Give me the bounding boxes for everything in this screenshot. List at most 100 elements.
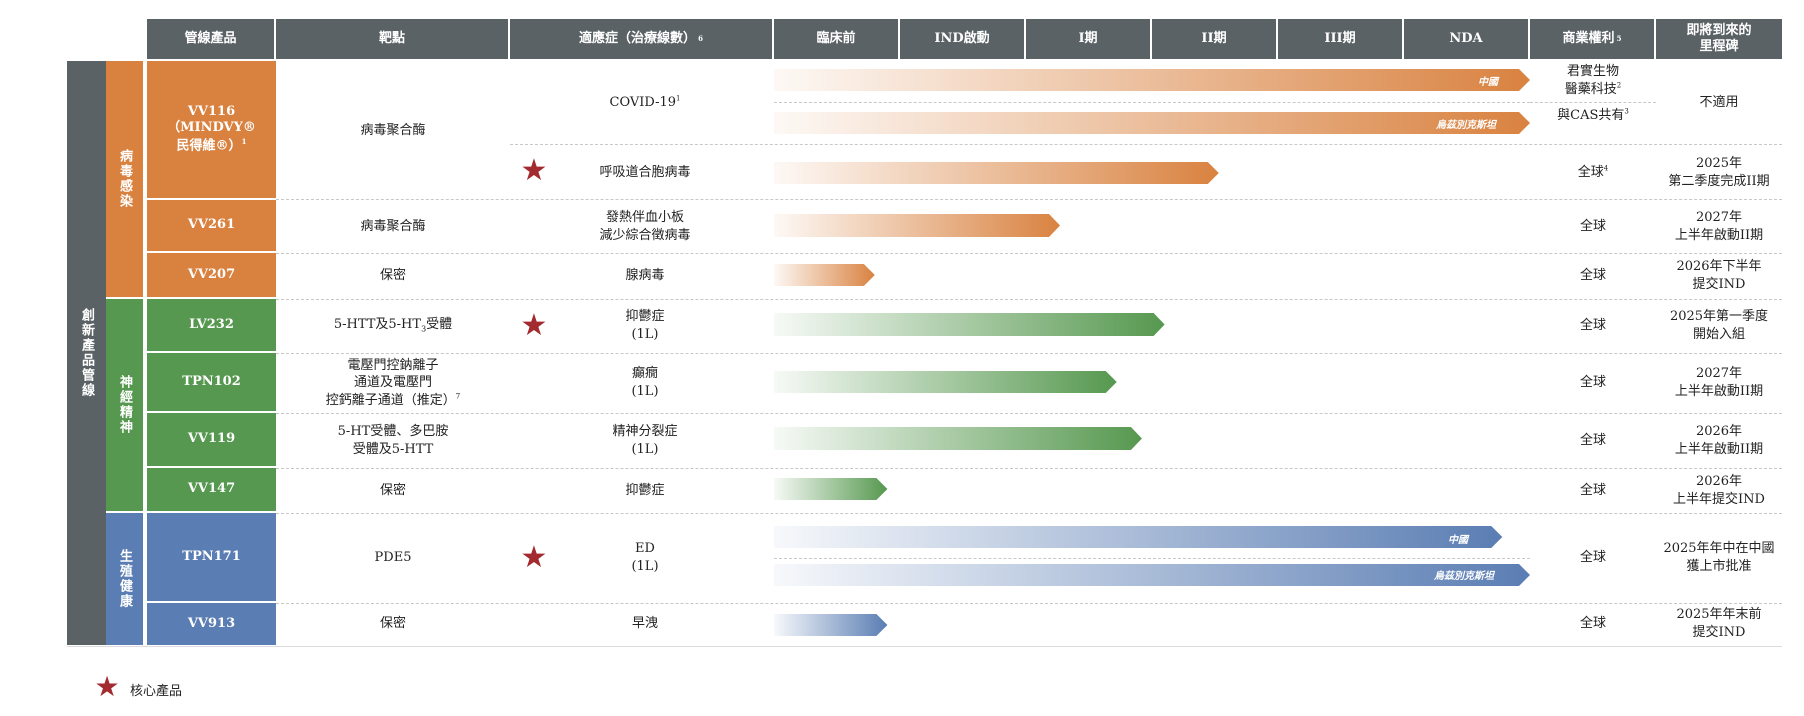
header-phase1: I期 bbox=[1026, 19, 1152, 59]
bar-label-china: 中國 bbox=[1448, 535, 1468, 546]
indication-tpn171: ED (1L) bbox=[631, 541, 659, 574]
rights-lv232: 全球 bbox=[1579, 318, 1606, 334]
progress-bar-vv119 bbox=[774, 427, 1142, 450]
target-vv207: 保密 bbox=[379, 268, 406, 284]
pipeline-label-text: 創新產品管線 bbox=[79, 308, 94, 398]
target-lv232: 5-HTT及5-HT3受體 bbox=[276, 299, 510, 353]
header-nda: NDA bbox=[1404, 19, 1530, 59]
indication-rsv: 呼吸道合胞病毒 bbox=[599, 164, 691, 180]
target-tpn102: 電壓門控鈉離子 通道及電壓門 控鈣離子通道（推定）7 bbox=[276, 353, 510, 413]
header-phase2: II期 bbox=[1152, 19, 1278, 59]
rights-vv913: 全球 bbox=[1579, 616, 1606, 632]
progress-bar-vv261 bbox=[774, 214, 1061, 237]
header-indication-sup: 6 bbox=[698, 33, 703, 43]
indication-tpn102: 癲癇 (1L) bbox=[631, 366, 659, 399]
header-indication: 適應症（治療線數） 6 bbox=[510, 19, 774, 59]
milestone-tpn102: 2027年 上半年啟動II期 bbox=[1674, 366, 1764, 399]
indication-covid19: COVID-191 bbox=[560, 61, 730, 144]
product-tpn171: TPN171 bbox=[147, 513, 276, 603]
rights-vv116-cn: 君實生物 醫藥科技2 bbox=[1530, 61, 1656, 101]
rights-vv116-uz: 與CAS共有3 bbox=[1530, 103, 1656, 129]
indication-covid19-sup: 1 bbox=[676, 94, 681, 103]
legend-star-icon: ★ bbox=[94, 670, 120, 703]
indication-lv232: 抑鬱症 (1L) bbox=[625, 309, 665, 342]
indication-covid19-text: COVID-19 bbox=[609, 94, 677, 110]
category-viral-text: 病毒感染 bbox=[117, 149, 132, 209]
progress-bar-vv207 bbox=[774, 264, 875, 286]
milestone-vv261: 2027年 上半年啟動II期 bbox=[1674, 209, 1764, 243]
rights-vv207: 全球 bbox=[1579, 268, 1606, 284]
progress-bar-vv116-rsv bbox=[774, 162, 1219, 184]
header-rights: 商業權利 5 bbox=[1530, 19, 1656, 59]
rights-vv261: 全球 bbox=[1579, 218, 1606, 234]
bar-label-uzbekistan: 烏茲別克斯坦 bbox=[1436, 120, 1496, 131]
product-vv147: VV147 bbox=[147, 468, 276, 513]
progress-bar-vv116-covid-uz bbox=[774, 112, 1530, 134]
core-product-star-icon: ★ bbox=[520, 308, 548, 343]
milestone-vv116-rsv: 2025年 第二季度完成II期 bbox=[1668, 155, 1770, 189]
header-target: 靶點 bbox=[276, 19, 510, 59]
legend-label: 核心產品 bbox=[130, 684, 183, 699]
header-indication-text: 適應症（治療線數） bbox=[579, 30, 697, 46]
indication-vv913: 早洩 bbox=[631, 616, 658, 632]
product-vv116: VV116 （MINDVY® 民得維®）1 bbox=[147, 61, 276, 200]
product-tpn102: TPN102 bbox=[147, 353, 276, 413]
rights-vv116-rsv-text: 全球 bbox=[1577, 164, 1604, 180]
target-vv261: 病毒聚合酶 bbox=[360, 218, 426, 234]
product-lv232: LV232 bbox=[147, 299, 276, 353]
rights-vv116-rsv-sup: 4 bbox=[1603, 164, 1609, 173]
header-rights-text: 商業權利 bbox=[1562, 30, 1615, 46]
category-mens-health: 生殖健康 bbox=[106, 513, 145, 645]
product-vv261: VV261 bbox=[147, 200, 276, 253]
rights-tpn171: 全球 bbox=[1579, 550, 1606, 566]
indication-vv261: 發熱伴血小板 減少綜合徵病毒 bbox=[599, 209, 691, 243]
header-rights-sup: 5 bbox=[1616, 33, 1622, 43]
target-tpn171: PDE5 bbox=[374, 550, 412, 566]
rights-vv116-uz-sup: 3 bbox=[1624, 107, 1629, 116]
category-mens-health-text: 生殖健康 bbox=[117, 549, 132, 609]
product-vv119: VV119 bbox=[147, 413, 276, 468]
header-ind: IND啟動 bbox=[900, 19, 1026, 59]
core-product-star-icon: ★ bbox=[520, 540, 548, 575]
target-lv232-tail: 受體 bbox=[426, 317, 453, 333]
product-vv913: VV913 bbox=[147, 603, 276, 645]
progress-bar-vv147 bbox=[774, 478, 888, 500]
progress-bar-lv232 bbox=[774, 313, 1165, 336]
pipeline-label: 創新產品管線 bbox=[67, 61, 106, 645]
rights-vv119: 全球 bbox=[1579, 432, 1606, 448]
indication-vv119: 精神分裂症 (1L) bbox=[612, 423, 678, 457]
category-cns: 神經精神 bbox=[106, 299, 145, 511]
milestone-vv147: 2026年 上半年提交IND bbox=[1673, 473, 1765, 507]
indication-vv147: 抑鬱症 bbox=[625, 482, 665, 498]
header-phase3: III期 bbox=[1278, 19, 1404, 59]
target-vv147: 保密 bbox=[379, 482, 406, 498]
product-vv207: VV207 bbox=[147, 253, 276, 299]
target-lv232-text: 5-HTT及5-HT bbox=[333, 317, 422, 333]
header-product: 管線產品 bbox=[147, 19, 276, 59]
bar-divider bbox=[774, 102, 1530, 103]
progress-bar-tpn102 bbox=[774, 371, 1117, 393]
target-vv119: 5-HT受體、多巴胺 受體及5-HTT bbox=[337, 423, 449, 457]
rights-vv116-rsv: 全球4 bbox=[1530, 145, 1656, 200]
indication-vv207: 腺病毒 bbox=[625, 268, 665, 284]
progress-bar-vv116-covid-cn bbox=[774, 69, 1530, 91]
product-vv116-sup: 1 bbox=[241, 137, 247, 147]
target-vv913: 保密 bbox=[379, 616, 406, 632]
target-tpn102-sup: 7 bbox=[455, 392, 461, 401]
header-preclinical: 臨床前 bbox=[774, 19, 900, 59]
milestone-vv913: 2025年年末前 提交IND bbox=[1676, 607, 1762, 640]
milestone-vv207: 2026年下半年 提交IND bbox=[1676, 259, 1762, 292]
category-viral: 病毒感染 bbox=[106, 61, 145, 297]
rights-vv116-cn-text: 君實生物 醫藥科技 bbox=[1564, 64, 1619, 97]
progress-bar-vv913 bbox=[774, 614, 888, 636]
milestone-tpn171: 2025年年中在中國 獲上市批准 bbox=[1663, 541, 1775, 574]
rights-vv147: 全球 bbox=[1579, 482, 1606, 498]
rights-tpn102: 全球 bbox=[1579, 375, 1606, 391]
milestone-vv119: 2026年 上半年啟動II期 bbox=[1674, 423, 1764, 457]
milestone-vv116-covid: 不適用 bbox=[1699, 94, 1739, 110]
header-milestone: 即將到來的 里程碑 bbox=[1656, 19, 1782, 59]
bar-label-uzbekistan: 烏茲別克斯坦 bbox=[1434, 571, 1494, 582]
target-tpn102-text: 電壓門控鈉離子 通道及電壓門 控鈣離子通道（推定） bbox=[325, 357, 456, 408]
row-divider bbox=[67, 646, 1782, 647]
rights-vv116-cn-sup: 2 bbox=[1616, 81, 1622, 90]
